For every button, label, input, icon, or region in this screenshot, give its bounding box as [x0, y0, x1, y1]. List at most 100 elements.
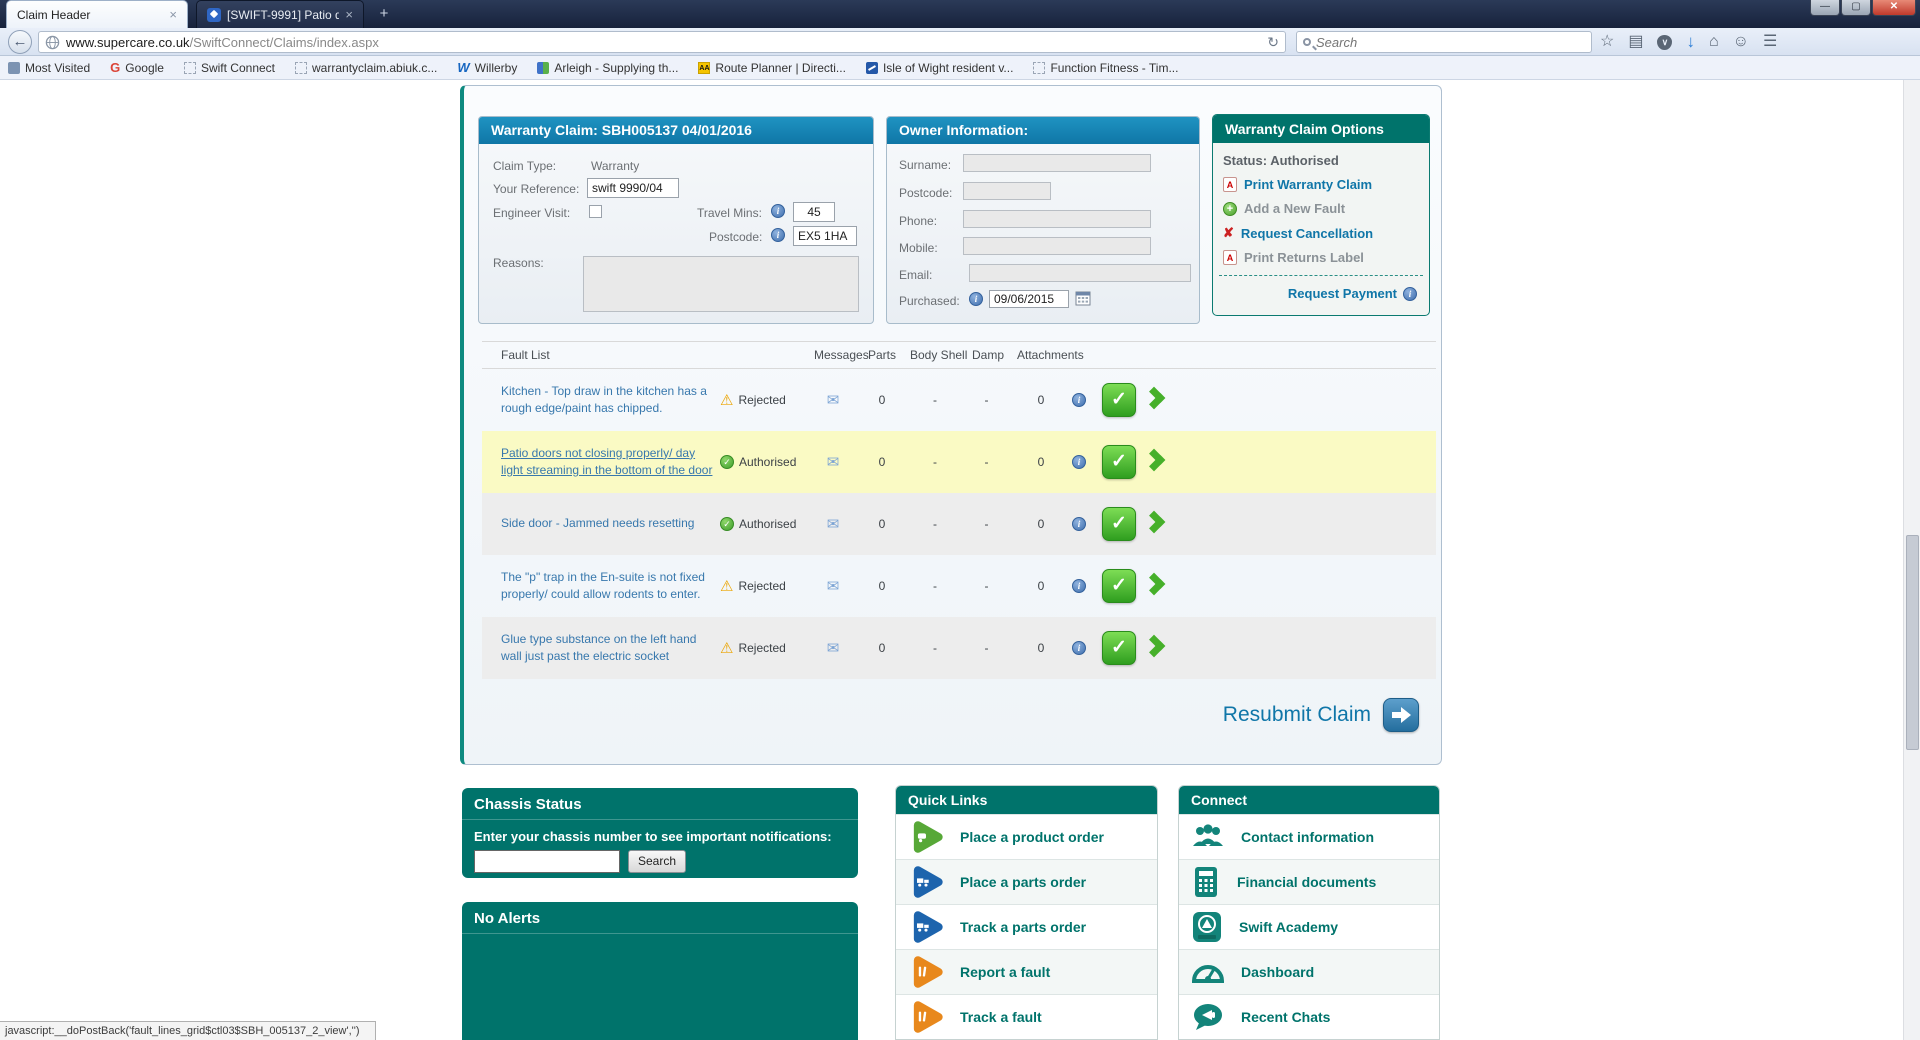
quick-link-report-fault[interactable]: Report a fault	[896, 949, 1157, 994]
downloads-icon[interactable]: ↓	[1686, 28, 1695, 56]
search-bar[interactable]	[1296, 31, 1592, 53]
search-input[interactable]	[1316, 35, 1556, 50]
bookmark-route-planner[interactable]: AARoute Planner | Directi...	[698, 61, 846, 75]
info-icon[interactable]: i	[1403, 287, 1417, 301]
fault-row: Side door - Jammed needs resetting ✓Auth…	[482, 493, 1436, 555]
tab-close-icon[interactable]: ×	[345, 7, 353, 22]
page-scrollbar[interactable]	[1903, 80, 1920, 1040]
bookmark-warrantyclaim[interactable]: warrantyclaim.abiuk.c...	[295, 61, 437, 75]
info-icon[interactable]: i	[969, 292, 983, 306]
fault-status: Rejected	[738, 641, 785, 655]
bookmark-isle-of-wight[interactable]: Isle of Wight resident v...	[866, 61, 1014, 75]
bookmark-swift-connect[interactable]: Swift Connect	[184, 61, 275, 75]
connect-contact-information[interactable]: Contact information	[1179, 814, 1439, 859]
warranty-claim-panel: Warranty Claim: SBH005137 04/01/2016 Cla…	[478, 116, 874, 324]
info-icon[interactable]: i	[1072, 517, 1086, 531]
postcode-input[interactable]	[793, 226, 857, 246]
purchased-input[interactable]	[989, 290, 1069, 308]
engineer-visit-label: Engineer Visit:	[493, 206, 570, 220]
reading-list-icon[interactable]: ▤	[1628, 28, 1643, 56]
open-fault-chevron[interactable]	[1143, 573, 1166, 596]
engineer-visit-checkbox[interactable]	[589, 205, 602, 218]
back-button[interactable]: ←	[8, 30, 32, 54]
chassis-number-input[interactable]	[474, 850, 620, 873]
minimize-button[interactable]: —	[1810, 0, 1840, 16]
bookmark-most-visited[interactable]: Most Visited	[8, 61, 90, 75]
tab-claim-header[interactable]: Claim Header ×	[6, 0, 188, 28]
fault-list-table: Fault List Messages Parts Body Shell Dam…	[482, 341, 1436, 679]
open-fault-chevron[interactable]	[1143, 449, 1166, 472]
add-new-fault-link[interactable]: + Add a New Fault	[1223, 201, 1429, 216]
fault-link[interactable]: Glue type substance on the left hand wal…	[501, 617, 719, 679]
print-warranty-claim-link[interactable]: A Print Warranty Claim	[1223, 177, 1429, 192]
fault-link[interactable]: Patio doors not closing properly/ day li…	[501, 431, 719, 493]
info-icon[interactable]: i	[1072, 579, 1086, 593]
bookmarks-bar: Most Visited GGoogle Swift Connect warra…	[0, 56, 1920, 80]
info-icon[interactable]: i	[1072, 455, 1086, 469]
bookmark-google[interactable]: GGoogle	[110, 61, 164, 75]
open-fault-chevron[interactable]	[1143, 511, 1166, 534]
message-envelope-icon[interactable]: ✉	[827, 453, 840, 471]
pocket-icon[interactable]: ∨	[1657, 35, 1672, 50]
chassis-search-button[interactable]: Search	[628, 850, 686, 873]
info-icon[interactable]: i	[771, 204, 785, 218]
quick-link-place-parts-order[interactable]: Place a parts order	[896, 859, 1157, 904]
reference-input[interactable]	[587, 178, 679, 198]
resubmit-claim[interactable]: Resubmit Claim	[1223, 698, 1419, 732]
approve-check-button[interactable]: ✓	[1102, 569, 1136, 603]
request-payment-link[interactable]: Request Payment i	[1213, 286, 1417, 301]
info-icon[interactable]: i	[1072, 393, 1086, 407]
maximize-button[interactable]: ▢	[1841, 0, 1871, 16]
tab-swift-9991[interactable]: [SWIFT-9991] Patio doors n... ×	[196, 0, 364, 28]
quick-link-track-parts-order[interactable]: Track a parts order	[896, 904, 1157, 949]
approve-check-button[interactable]: ✓	[1102, 631, 1136, 665]
bookmark-function-fitness[interactable]: Function Fitness - Tim...	[1033, 61, 1178, 75]
claim-type-value: Warranty	[591, 159, 639, 173]
home-icon[interactable]: ⌂	[1709, 28, 1719, 56]
connect-dashboard[interactable]: Dashboard	[1179, 949, 1439, 994]
menu-hamburger-icon[interactable]: ☰	[1763, 28, 1777, 56]
approve-check-button[interactable]: ✓	[1102, 507, 1136, 541]
new-tab-button[interactable]: +	[372, 5, 396, 24]
close-button[interactable]: ✕	[1872, 0, 1916, 16]
approve-check-button[interactable]: ✓	[1102, 383, 1136, 417]
parts-count: 0	[862, 555, 902, 617]
claim-main-container: Warranty Claim: SBH005137 04/01/2016 Cla…	[460, 85, 1442, 765]
open-fault-chevron[interactable]	[1143, 387, 1166, 410]
product-order-triangle-icon	[908, 819, 944, 855]
bookmark-willerby[interactable]: WWillerby	[457, 61, 517, 75]
fault-link[interactable]: The "p" trap in the En-suite is not fixe…	[501, 555, 719, 617]
reload-icon[interactable]: ↻	[1267, 34, 1279, 51]
resubmit-arrow-button[interactable]	[1383, 698, 1419, 732]
hello-smiley-icon[interactable]: ☺	[1733, 28, 1749, 56]
connect-swift-academy[interactable]: Swift Academy	[1179, 904, 1439, 949]
bookmark-arleigh[interactable]: Arleigh - Supplying th...	[537, 61, 678, 75]
bookmark-star-icon[interactable]: ☆	[1600, 28, 1614, 56]
claim-status: Status: Authorised	[1223, 153, 1429, 168]
info-icon[interactable]: i	[771, 228, 785, 242]
warranty-claim-options-panel: Warranty Claim Options Status: Authorise…	[1212, 114, 1430, 316]
fault-link[interactable]: Side door - Jammed needs resetting	[501, 493, 719, 555]
info-icon[interactable]: i	[1072, 641, 1086, 655]
quick-link-track-fault[interactable]: Track a fault	[896, 994, 1157, 1039]
message-envelope-icon[interactable]: ✉	[827, 577, 840, 595]
print-returns-label-link[interactable]: A Print Returns Label	[1223, 250, 1429, 265]
approve-check-button[interactable]: ✓	[1102, 445, 1136, 479]
calendar-icon[interactable]	[1075, 290, 1091, 306]
open-fault-chevron[interactable]	[1143, 635, 1166, 658]
fault-status: Rejected	[738, 393, 785, 407]
connect-financial-documents[interactable]: Financial documents	[1179, 859, 1439, 904]
request-cancellation-link[interactable]: ✘ Request Cancellation	[1223, 225, 1429, 241]
quick-link-place-product-order[interactable]: Place a product order	[896, 814, 1157, 859]
scrollbar-thumb[interactable]	[1906, 535, 1919, 750]
travel-mins-input[interactable]	[793, 202, 835, 222]
gauge-icon	[1191, 957, 1225, 987]
fault-link[interactable]: Kitchen - Top draw in the kitchen has a …	[501, 369, 719, 431]
tab-close-icon[interactable]: ×	[169, 7, 177, 22]
message-envelope-icon[interactable]: ✉	[827, 639, 840, 657]
message-envelope-icon[interactable]: ✉	[827, 515, 840, 533]
connect-recent-chats[interactable]: Recent Chats	[1179, 994, 1439, 1039]
fault-status: Authorised	[739, 455, 796, 469]
url-bar[interactable]: www.supercare.co.uk/SwiftConnect/Claims/…	[38, 31, 1286, 53]
message-envelope-icon[interactable]: ✉	[827, 391, 840, 409]
